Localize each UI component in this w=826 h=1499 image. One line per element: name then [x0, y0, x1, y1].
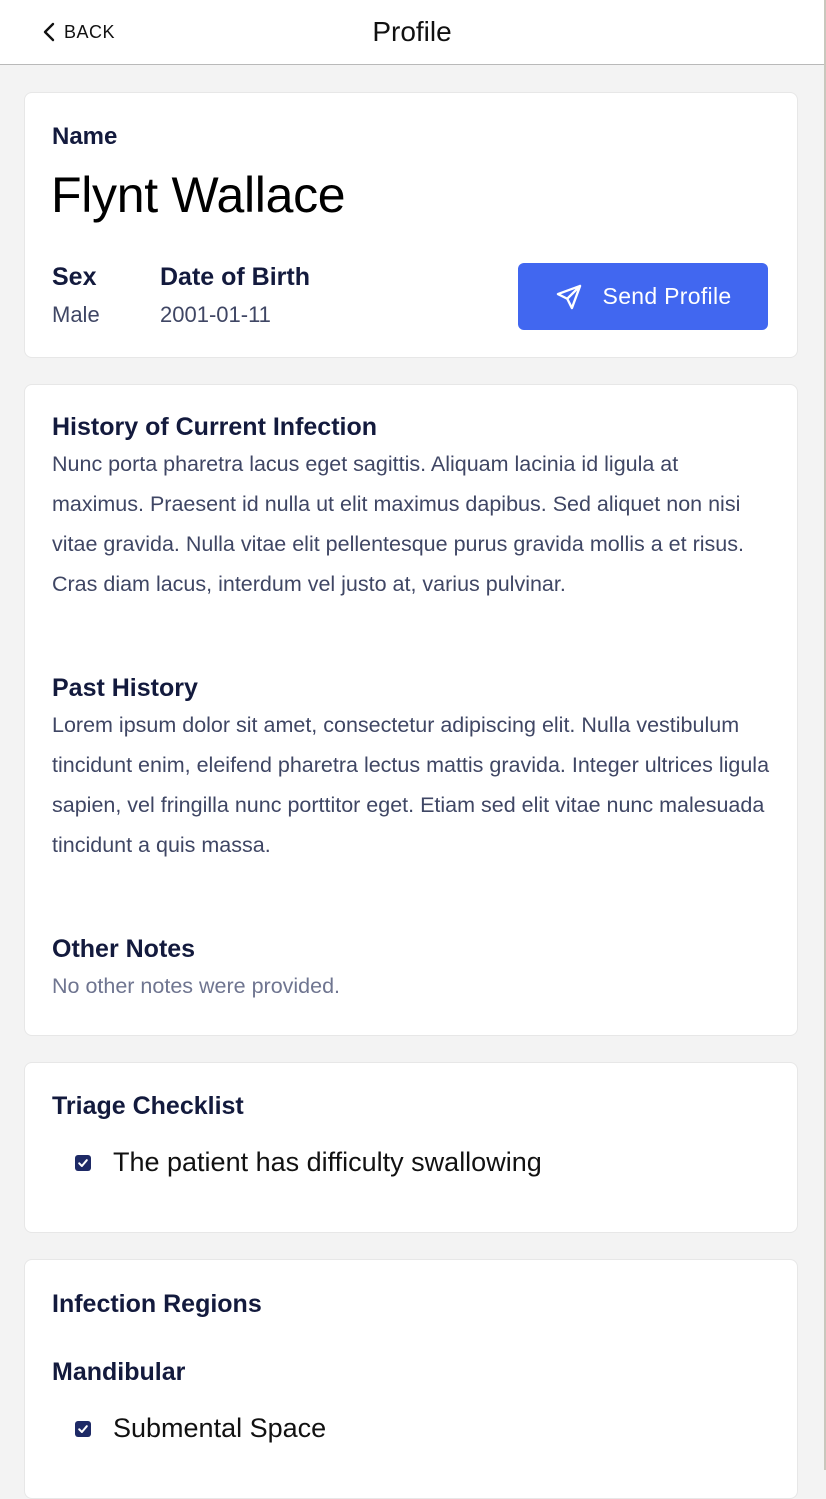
past-history-title: Past History — [52, 674, 198, 702]
region-group-header: Mandibular — [52, 1355, 772, 1389]
past-history-section: Past History Lorem ipsum dolor sit amet,… — [52, 671, 772, 865]
sex-label: Sex — [52, 263, 97, 291]
region-item-label: Submental Space — [113, 1413, 327, 1443]
date-of-birth-label: Date of Birth — [160, 263, 310, 291]
checkmark-icon — [78, 1158, 88, 1167]
profile-card: Name Flynt Wallace Sex Male Date of Birt… — [24, 92, 798, 358]
region-group-title: Mandibular — [52, 1358, 186, 1386]
region-item: Submental Space — [75, 1413, 326, 1444]
sex-value: Male — [52, 302, 100, 327]
current-infection-section: History of Current Infection Nunc porta … — [52, 410, 772, 604]
patient-name: Flynt Wallace — [51, 167, 346, 223]
current-infection-text: Nunc porta pharetra lacus eget sagittis.… — [52, 452, 744, 596]
triage-header: Triage Checklist — [52, 1089, 772, 1123]
triage-item-label: The patient has difficulty swallowing — [113, 1147, 542, 1177]
other-notes-text: No other notes were provided. — [52, 974, 341, 998]
date-of-birth-value: 2001-01-11 — [160, 302, 271, 327]
page-title: Profile — [372, 16, 452, 47]
past-history-text: Lorem ipsum dolor sit amet, consectetur … — [52, 713, 770, 857]
other-notes-title: Other Notes — [52, 935, 196, 963]
triage-checklist-card: Triage Checklist The patient has difficu… — [24, 1062, 798, 1233]
current-infection-title: History of Current Infection — [52, 413, 378, 441]
history-card: History of Current Infection Nunc porta … — [24, 384, 798, 1036]
checkbox-checked[interactable] — [75, 1420, 91, 1437]
triage-item: The patient has difficulty swallowing — [75, 1147, 542, 1178]
send-profile-label: Send Profile — [602, 283, 732, 309]
name-label: Name — [52, 123, 118, 150]
other-notes-section: Other Notes No other notes were provided… — [52, 932, 772, 1006]
send-profile-button[interactable]: Send Profile — [518, 263, 768, 330]
top-navigation-bar: BACK Profile — [0, 0, 824, 65]
triage-checklist-title: Triage Checklist — [52, 1092, 244, 1120]
infection-regions-card: Infection Regions Mandibular Submental S… — [24, 1259, 798, 1499]
paper-plane-icon — [556, 284, 581, 309]
infection-regions-header: Infection Regions — [52, 1287, 772, 1321]
checkmark-icon — [78, 1424, 88, 1433]
checkbox-checked[interactable] — [75, 1154, 91, 1171]
infection-regions-title: Infection Regions — [52, 1290, 262, 1318]
